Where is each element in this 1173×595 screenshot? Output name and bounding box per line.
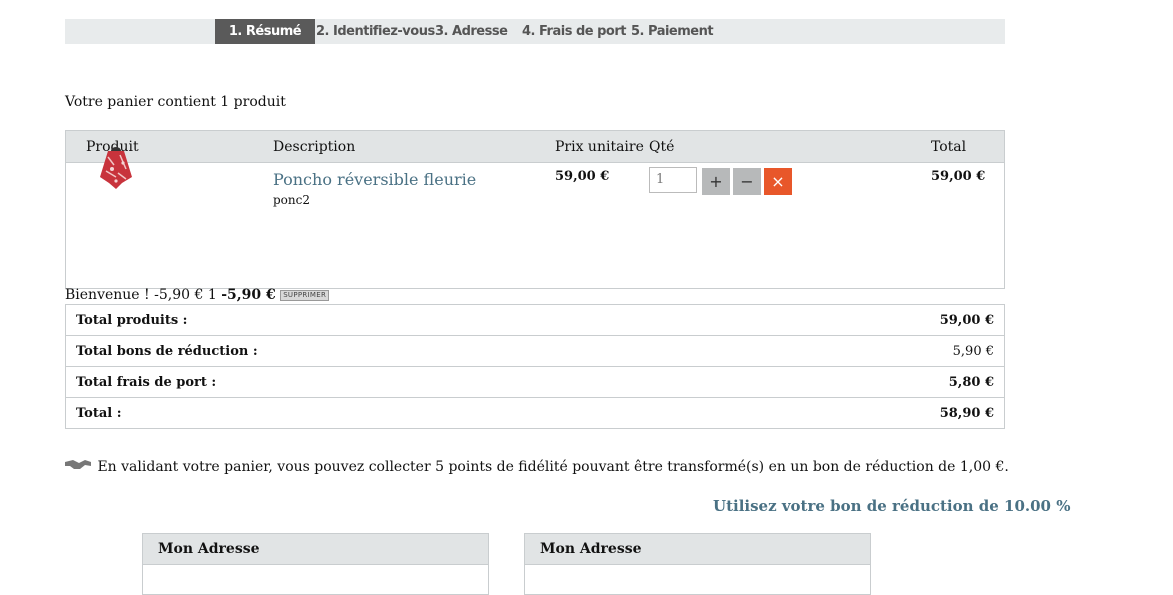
step-login[interactable]: 2. Identifiez-vous: [316, 19, 435, 44]
product-name-link[interactable]: Poncho réversible fleurie: [273, 170, 476, 189]
cart-table: Produit Description Prix unitaire Qté To…: [65, 130, 1005, 289]
grand-total-value: 58,90 €: [939, 406, 994, 421]
total-shipping-row: Total frais de port : 5,80 €: [66, 367, 1004, 398]
step-payment[interactable]: 5. Paiement: [631, 19, 714, 44]
total-products-value: 59,00 €: [939, 313, 994, 328]
voucher-qty: 1: [207, 287, 217, 303]
loyalty-text: En validant votre panier, vous pouvez co…: [97, 459, 1009, 475]
voucher-name: Bienvenue !: [65, 287, 150, 303]
header-description: Description: [273, 139, 356, 155]
red-poncho-product-image: [100, 147, 132, 189]
totals-table: Total produits : 59,00 € Total bons de r…: [65, 304, 1005, 429]
product-total: 59,00 €: [931, 169, 986, 184]
loyalty-points-notice: En validant votre panier, vous pouvez co…: [65, 458, 1009, 476]
header-total: Total: [931, 139, 967, 155]
plus-icon: +: [709, 172, 723, 191]
cart-summary-text: Votre panier contient 1 produit: [65, 94, 286, 110]
quantity-input[interactable]: 1: [649, 167, 697, 193]
quantity-decrease-button[interactable]: −: [733, 168, 761, 195]
step-shipping[interactable]: 4. Frais de port: [522, 19, 626, 44]
total-discounts-row: Total bons de réduction : 5,90 €: [66, 336, 1004, 367]
total-shipping-value: 5,80 €: [948, 375, 994, 390]
voucher-remove-button[interactable]: SUPPRIMER: [280, 289, 330, 301]
total-discounts-label: Total bons de réduction :: [76, 344, 258, 359]
step-address[interactable]: 3. Adresse: [435, 19, 508, 44]
quantity-increase-button[interactable]: +: [702, 168, 730, 195]
step-summary[interactable]: 1. Résumé: [215, 19, 315, 44]
header-unit-price: Prix unitaire: [555, 139, 644, 155]
invoice-address-title: Mon Adresse: [525, 534, 870, 565]
total-products-row: Total produits : 59,00 €: [66, 305, 1004, 336]
product-image[interactable]: [96, 143, 136, 191]
use-voucher-link[interactable]: Utilisez votre bon de réduction de 10.00…: [713, 497, 1070, 515]
total-products-label: Total produits :: [76, 313, 188, 328]
delivery-address-title: Mon Adresse: [143, 534, 488, 565]
close-icon: ×: [771, 172, 785, 191]
header-quantity: Qté: [649, 139, 675, 155]
product-reference: ponc2: [273, 193, 310, 207]
voucher-total: -5,90 €: [221, 287, 276, 303]
voucher-row: Bienvenue ! -5,90 € 1 -5,90 € SUPPRIMER: [65, 287, 330, 303]
delete-product-button[interactable]: ×: [764, 168, 792, 195]
minus-icon: −: [740, 172, 754, 191]
total-shipping-label: Total frais de port :: [76, 375, 217, 390]
total-discounts-value: 5,90 €: [952, 344, 994, 359]
grand-total-row: Total : 58,90 €: [66, 398, 1004, 428]
grand-total-label: Total :: [76, 406, 122, 421]
cart-table-header: Produit Description Prix unitaire Qté To…: [66, 131, 1004, 163]
handshake-icon: [65, 458, 91, 476]
delivery-address-box: Mon Adresse: [142, 533, 489, 595]
voucher-amount: -5,90 €: [154, 287, 204, 303]
product-unit-price: 59,00 €: [555, 169, 610, 184]
checkout-steps-bar: 1. Résumé 2. Identifiez-vous 3. Adresse …: [65, 19, 1005, 44]
invoice-address-box: Mon Adresse: [524, 533, 871, 595]
